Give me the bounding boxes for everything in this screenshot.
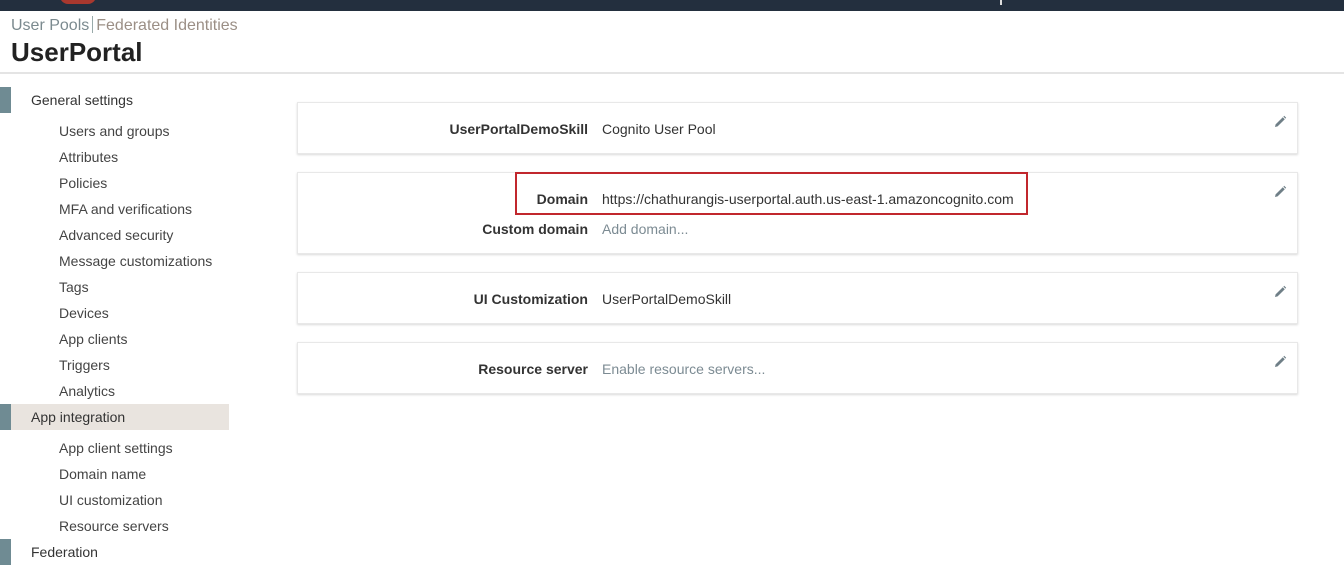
sidebar-item-ui-customization[interactable]: UI customization bbox=[59, 492, 162, 508]
sidebar-item-policies[interactable]: Policies bbox=[59, 175, 107, 191]
sidebar-item-tags[interactable]: Tags bbox=[59, 279, 89, 295]
section-label: General settings bbox=[31, 92, 133, 108]
resource-server-panel: Resource server Enable resource servers.… bbox=[297, 342, 1298, 394]
sidebar-item-devices[interactable]: Devices bbox=[59, 305, 109, 321]
sidebar: General settings Users and groups Attrib… bbox=[0, 74, 240, 566]
page-title: UserPortal bbox=[11, 37, 143, 67]
breadcrumb-federated-identities[interactable]: Federated Identities bbox=[96, 17, 237, 34]
section-marker bbox=[0, 404, 11, 430]
sidebar-item-app-clients[interactable]: App clients bbox=[59, 331, 127, 347]
pencil-icon[interactable] bbox=[1273, 355, 1287, 369]
sidebar-item-domain-name[interactable]: Domain name bbox=[59, 466, 146, 482]
ui-customization-label: UI Customization bbox=[473, 291, 588, 307]
nav-marker bbox=[1000, 0, 1002, 5]
pool-name-row: UserPortalDemoSkill Cognito User Pool bbox=[298, 121, 1297, 141]
sidebar-section-general-settings[interactable]: General settings bbox=[0, 87, 229, 113]
breadcrumb-user-pools[interactable]: User Pools bbox=[11, 17, 89, 34]
section-label: App integration bbox=[31, 409, 126, 425]
sidebar-item-advanced-security[interactable]: Advanced security bbox=[59, 227, 173, 243]
custom-domain-label: Custom domain bbox=[482, 221, 588, 237]
sidebar-item-app-client-settings[interactable]: App client settings bbox=[59, 440, 173, 456]
domain-value: https://chathurangis-userportal.auth.us-… bbox=[602, 191, 1014, 207]
ui-customization-value: UserPortalDemoSkill bbox=[602, 291, 732, 307]
pool-name-panel: UserPortalDemoSkill Cognito User Pool bbox=[297, 102, 1298, 154]
breadcrumb: User Pools Federated Identities bbox=[11, 16, 238, 35]
ui-customization-row: UI Customization UserPortalDemoSkill bbox=[298, 291, 1297, 311]
pencil-icon[interactable] bbox=[1273, 115, 1287, 129]
breadcrumb-separator bbox=[92, 16, 94, 33]
section-label: Federation bbox=[31, 544, 98, 560]
pencil-icon[interactable] bbox=[1273, 285, 1287, 299]
pool-type-value: Cognito User Pool bbox=[602, 121, 716, 137]
sidebar-section-app-integration[interactable]: App integration bbox=[0, 404, 229, 430]
top-navigation-bar bbox=[0, 0, 1344, 11]
sidebar-item-message-customizations[interactable]: Message customizations bbox=[59, 253, 212, 269]
sidebar-item-triggers[interactable]: Triggers bbox=[59, 357, 110, 373]
domain-label: Domain bbox=[536, 191, 588, 207]
pencil-icon[interactable] bbox=[1273, 185, 1287, 199]
custom-domain-row: Custom domain Add domain... bbox=[298, 221, 1297, 241]
domain-panel: Domain https://chathurangis-userportal.a… bbox=[297, 172, 1298, 254]
enable-resource-servers-link[interactable]: Enable resource servers... bbox=[602, 361, 765, 377]
ui-customization-panel: UI Customization UserPortalDemoSkill bbox=[297, 272, 1298, 324]
add-domain-link[interactable]: Add domain... bbox=[602, 221, 688, 237]
brand-logo[interactable] bbox=[60, 0, 96, 4]
sidebar-item-mfa[interactable]: MFA and verifications bbox=[59, 201, 192, 217]
pool-name-label: UserPortalDemoSkill bbox=[449, 121, 589, 137]
sidebar-item-users-and-groups[interactable]: Users and groups bbox=[59, 123, 170, 139]
resource-server-label: Resource server bbox=[478, 361, 588, 377]
section-marker bbox=[0, 539, 11, 565]
domain-row: Domain https://chathurangis-userportal.a… bbox=[298, 191, 1297, 211]
sidebar-item-attributes[interactable]: Attributes bbox=[59, 149, 118, 165]
resource-server-row: Resource server Enable resource servers.… bbox=[298, 361, 1297, 381]
section-marker bbox=[0, 87, 11, 113]
sidebar-item-resource-servers[interactable]: Resource servers bbox=[59, 518, 169, 534]
sidebar-item-analytics[interactable]: Analytics bbox=[59, 383, 115, 399]
sidebar-section-federation[interactable]: Federation bbox=[0, 539, 229, 565]
